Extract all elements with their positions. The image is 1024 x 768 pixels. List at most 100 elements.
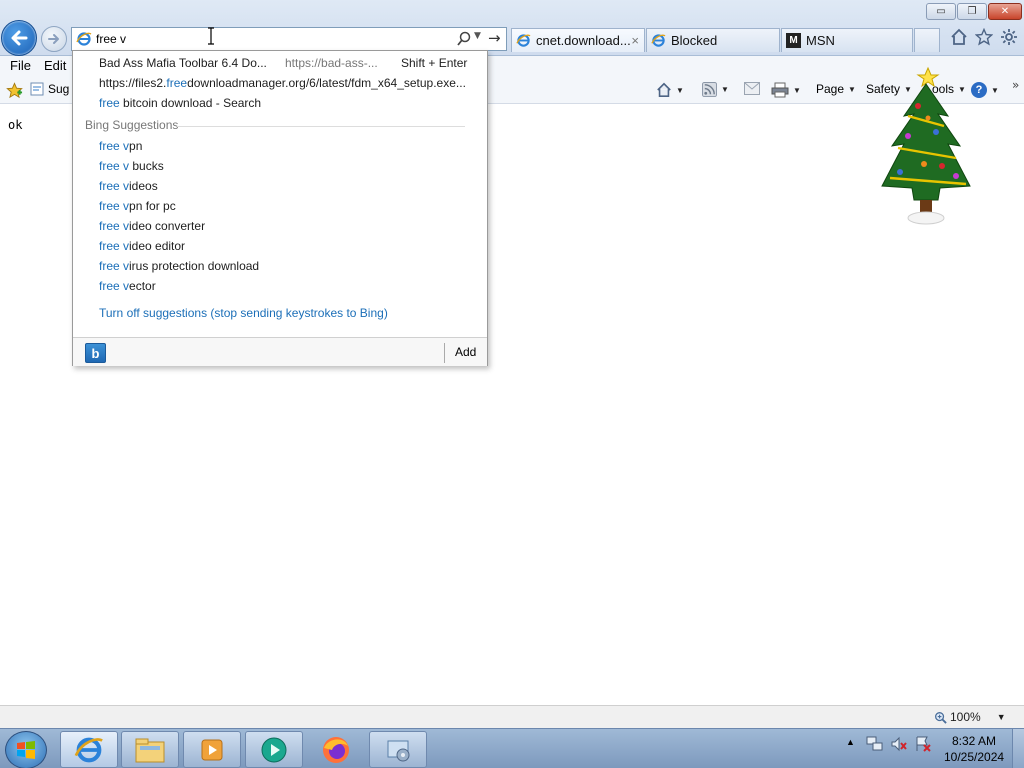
zoom-level-control[interactable]: 100% ▼ [934, 710, 1006, 724]
divider [177, 126, 465, 127]
restore-button[interactable]: ❐ [957, 3, 987, 20]
add-search-provider-button[interactable]: Add [455, 345, 476, 359]
suggestions-footer: b Add [73, 337, 487, 366]
bing-suggestions-header: Bing Suggestions [85, 118, 179, 132]
divider [444, 343, 445, 363]
windows-logo-icon [17, 741, 35, 759]
minimize-button[interactable]: ▭ [926, 3, 956, 20]
history-suggestion-item[interactable]: https://files2.freedownloadmanager.org/6… [99, 76, 466, 90]
bing-suggestion-item[interactable]: free virus protection download [99, 259, 259, 273]
clock-time[interactable]: 8:32 AM [952, 734, 996, 748]
chevron-down-icon[interactable]: ▼ [997, 712, 1006, 722]
taskbar-firefox[interactable] [307, 731, 365, 768]
volume-muted-icon[interactable] [890, 735, 908, 753]
taskbar-app-teal[interactable] [245, 731, 303, 768]
zoom-value: 100% [950, 710, 981, 724]
forward-button[interactable] [41, 26, 67, 52]
close-window-button[interactable]: ✕ [988, 3, 1022, 20]
feeds-menu[interactable]: ▼ [702, 82, 729, 97]
folder-icon [135, 738, 165, 762]
taskbar-file-explorer[interactable] [121, 731, 179, 768]
back-button[interactable] [1, 20, 37, 56]
rss-feed-icon [702, 82, 717, 97]
action-center-flag-icon[interactable] [914, 735, 932, 753]
suggestion-text: downloadmanager.org/6/latest/fdm_x64_set… [187, 76, 466, 90]
firefox-icon [323, 736, 349, 763]
ie-page-icon [516, 34, 531, 47]
network-icon[interactable] [866, 735, 884, 753]
address-bar[interactable]: ▼ → [71, 27, 507, 51]
menu-file[interactable]: File [10, 58, 31, 73]
suggestion-match: free v [99, 199, 130, 213]
show-hidden-icons-chevron-icon[interactable]: ▲ [846, 737, 855, 747]
bing-suggestion-item[interactable]: free videos [99, 179, 158, 193]
clock-date[interactable]: 10/25/2024 [944, 750, 1004, 764]
close-tab-icon[interactable]: × [631, 33, 639, 48]
bing-suggestion-item[interactable]: free video converter [99, 219, 205, 233]
teal-app-icon [261, 737, 287, 762]
mail-icon [744, 82, 760, 95]
taskbar-control-panel[interactable] [369, 731, 427, 768]
msn-logo-icon: M [786, 33, 801, 48]
bing-suggestion-item[interactable]: free v bucks [99, 159, 164, 173]
toolbar-overflow-icon[interactable]: » [1012, 78, 1019, 92]
gear-icon[interactable] [1000, 28, 1018, 46]
chevron-down-icon: ▼ [676, 85, 684, 95]
suggestion-title: Bad Ass Mafia Toolbar 6.4 Do... [99, 56, 267, 70]
zoom-magnifier-icon [935, 711, 947, 724]
chevron-down-icon: ▼ [991, 85, 999, 95]
show-desktop-button[interactable] [1012, 729, 1024, 768]
turn-off-suggestions-link[interactable]: Turn off suggestions (stop sending keyst… [99, 306, 388, 320]
bing-suggestion-item[interactable]: free vpn for pc [99, 199, 176, 213]
printer-icon [771, 82, 789, 98]
tab-label: Blocked [671, 33, 718, 48]
suggestion-shortcut: Shift + Enter [401, 56, 468, 70]
favorites-star-icon[interactable] [975, 28, 993, 46]
page-menu[interactable]: Page ▼ [816, 82, 856, 96]
print-menu[interactable]: ▼ [771, 82, 801, 98]
suggestion-url: https://bad-ass-... [285, 56, 378, 70]
suggestion-text: ideos [129, 179, 158, 193]
bing-search-provider-button[interactable]: b [85, 343, 106, 363]
internet-explorer-icon [74, 737, 103, 762]
suggestion-text: pn for pc [129, 199, 176, 213]
chevron-down-icon[interactable]: ▼ [474, 31, 481, 41]
tab-blocked[interactable]: Blocked [646, 28, 780, 52]
home-menu[interactable]: ▼ [656, 82, 684, 98]
title-address-bar: ▼ → cnet.download... × Blocked M MSN ▭ ❐… [0, 0, 1024, 56]
tab-msn[interactable]: M MSN [781, 28, 913, 52]
tab-cnet-download[interactable]: cnet.download... × [511, 28, 645, 52]
menu-edit[interactable]: Edit [44, 58, 66, 73]
ie-page-icon [76, 32, 92, 46]
suggestion-text: ideo converter [129, 219, 206, 233]
home-icon[interactable] [950, 28, 968, 46]
tab-label: cnet.download... [536, 33, 631, 48]
new-tab-button[interactable] [914, 28, 940, 52]
suggestion-match: free [166, 76, 188, 90]
suggestion-match: free v [99, 179, 130, 193]
forward-arrow-icon [48, 34, 59, 44]
bing-suggestion-item[interactable]: free vpn [99, 139, 142, 153]
suggestion-text: bitcoin download - Search [119, 96, 262, 110]
taskbar-internet-explorer[interactable] [60, 731, 118, 768]
bing-suggestion-item[interactable]: free video editor [99, 239, 185, 253]
go-arrow-icon[interactable]: → [488, 29, 501, 47]
suggested-sites-label: Sug [48, 82, 70, 96]
suggested-sites-icon [30, 82, 44, 96]
suggestion-text: irus protection download [129, 259, 260, 273]
add-favorite-star-icon[interactable] [6, 82, 23, 99]
start-button[interactable] [5, 731, 47, 768]
address-input[interactable] [96, 30, 456, 48]
media-player-icon [201, 739, 223, 760]
suggestion-match: free v [99, 239, 130, 253]
bing-suggestion-item[interactable]: free vector [99, 279, 156, 293]
taskbar-media-player[interactable] [183, 731, 241, 768]
suggestion-text: ideo editor [129, 239, 186, 253]
read-mail-button[interactable] [744, 82, 760, 95]
search-icon[interactable] [456, 30, 472, 48]
page-menu-label: Page [816, 82, 845, 96]
chevron-down-icon: ▼ [848, 84, 856, 94]
suggested-sites-link[interactable]: Sug [30, 82, 69, 96]
search-suggestion-item[interactable]: free bitcoin download - Search [99, 96, 261, 110]
help-menu[interactable]: ? ▼ [971, 82, 999, 98]
